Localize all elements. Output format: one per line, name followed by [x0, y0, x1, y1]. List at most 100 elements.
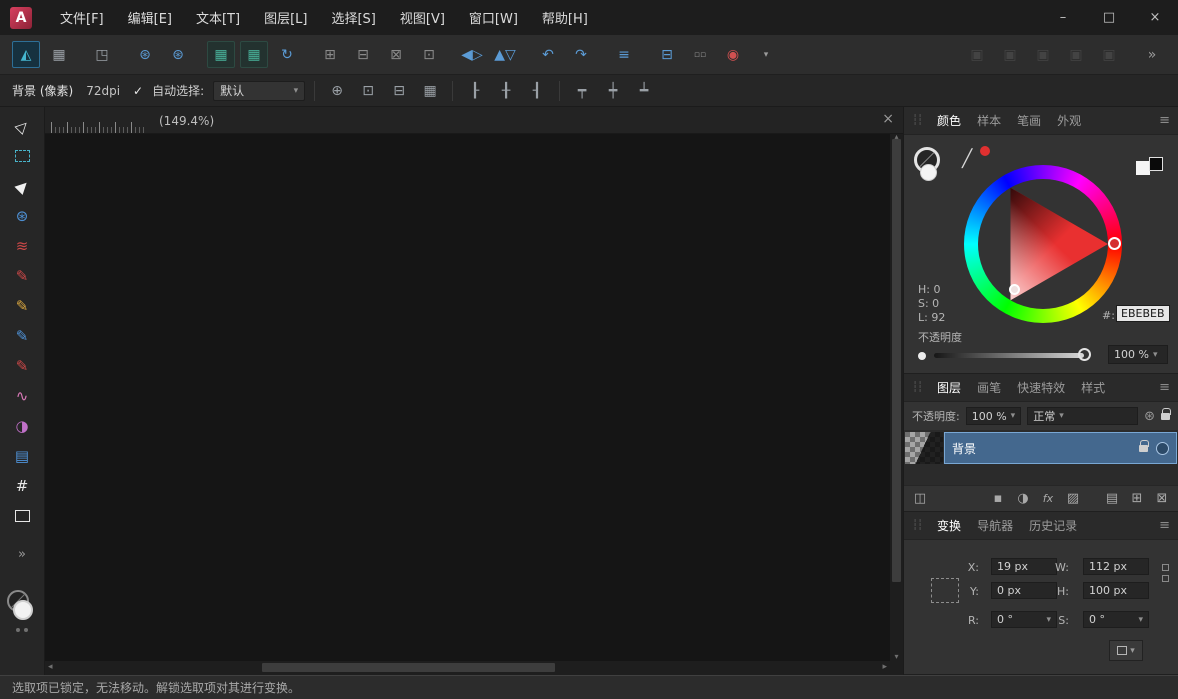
pen-tool-button[interactable]: ✎ — [6, 261, 38, 291]
opacity-value-dropdown[interactable]: 100 % ▾ — [1108, 345, 1168, 364]
node-select-tool-button[interactable]: ▶ — [6, 171, 38, 201]
y-input[interactable]: 0 px — [991, 582, 1057, 599]
new-layer-button[interactable]: ⊞ — [1129, 490, 1145, 508]
opacity-slider-track[interactable] — [934, 353, 1084, 358]
color-well-controls[interactable] — [16, 628, 28, 632]
minimize-button[interactable]: – — [1040, 0, 1086, 35]
rotate-cw-button[interactable]: ↷ — [567, 41, 595, 68]
align-middle-button[interactable]: ┿ — [600, 79, 626, 103]
tab-swatches[interactable]: 样本 — [970, 109, 1008, 132]
toolbar-overflow-button[interactable]: » — [1138, 41, 1166, 68]
rotate-ccw-button[interactable]: ↶ — [534, 41, 562, 68]
marquee-select-tool-button[interactable] — [6, 141, 38, 171]
transform-origin-button[interactable]: ▾ — [1109, 640, 1143, 661]
liquify-persona-button[interactable]: ▦ — [45, 41, 73, 68]
tab-color[interactable]: 颜色 — [930, 109, 968, 132]
edit-all-layers-button[interactable]: ⊠ — [382, 41, 410, 68]
close-button[interactable]: × — [1132, 0, 1178, 35]
fill-circle-icon[interactable] — [920, 164, 937, 181]
auto-select-dropdown[interactable]: 默认 ▾ — [213, 80, 306, 101]
dodge-burn-tool-button[interactable]: ◑ — [6, 411, 38, 441]
tab-stroke[interactable]: 笔画 — [1010, 109, 1048, 132]
pencil-tool-button[interactable]: ✎ — [6, 291, 38, 321]
pixel-brush-tool-button[interactable]: ✎ — [6, 351, 38, 381]
shape-tool-button[interactable] — [6, 501, 38, 531]
horizontal-scrollbar[interactable]: ◂ ▸ — [45, 661, 890, 675]
tab-transform[interactable]: 变换 — [930, 514, 968, 537]
insert-behavior-button[interactable]: ⊟ — [653, 41, 681, 68]
vertical-scroll-thumb[interactable] — [892, 139, 901, 582]
panel-menu-icon[interactable]: ≡ — [1159, 518, 1170, 533]
auto-select-checkbox[interactable]: ✓ — [133, 84, 143, 98]
h-input[interactable]: 100 px — [1083, 582, 1149, 599]
rotation-dropdown[interactable]: 0 ° ▾ — [991, 611, 1057, 628]
layer-name[interactable]: 背景 — [952, 440, 976, 457]
tab-layers[interactable]: 图层 — [930, 376, 968, 399]
fill-stroke-indicator[interactable] — [914, 147, 954, 187]
tab-brushes[interactable]: 画笔 — [970, 376, 1008, 399]
blend-mode-dropdown[interactable]: 正常 ▾ — [1027, 407, 1139, 425]
picked-color-swatch[interactable] — [980, 146, 990, 156]
flip-horizontal-button[interactable]: ◀▷ — [458, 41, 486, 68]
menu-window[interactable]: 窗口[W] — [457, 0, 530, 35]
snap-to-bounds-button[interactable]: ⊡ — [355, 79, 381, 103]
menu-view[interactable]: 视图[V] — [388, 0, 457, 35]
selected-layer-highlight[interactable]: 背景 — [944, 432, 1177, 464]
menu-text[interactable]: 文本[T] — [184, 0, 252, 35]
tab-live-filters[interactable]: 快速特效 — [1010, 376, 1072, 399]
tab-history[interactable]: 历史记录 — [1022, 514, 1084, 537]
menu-select[interactable]: 选择[S] — [319, 0, 387, 35]
pixel-grid-toggle-button[interactable]: ▦ — [240, 41, 268, 68]
link-dimensions-icon[interactable] — [1162, 564, 1169, 582]
sl-indicator[interactable] — [1009, 284, 1020, 295]
scroll-left-arrow[interactable]: ◂ — [48, 662, 53, 672]
bw-color-chips[interactable] — [1136, 157, 1166, 179]
align-left-button[interactable]: ┠ — [462, 79, 488, 103]
develop-persona-button[interactable]: ⊛ — [131, 41, 159, 68]
assistant-dropdown-chevron[interactable]: ▾ — [752, 41, 780, 68]
auto-select-mode-button[interactable]: ⊟ — [349, 41, 377, 68]
opacity-slider-knob[interactable] — [1078, 348, 1091, 361]
snapshot-button[interactable]: ⊞ — [316, 41, 344, 68]
snap-to-middle-button[interactable]: ⊟ — [386, 79, 412, 103]
scroll-right-arrow[interactable]: ▸ — [882, 662, 887, 672]
white-chip[interactable] — [1136, 161, 1150, 175]
show-grid-button[interactable]: ▦ — [417, 79, 443, 103]
tab-navigator[interactable]: 导航器 — [970, 514, 1020, 537]
assistant-button[interactable]: ◉ — [719, 41, 747, 68]
rotate-canvas-button[interactable]: ↻ — [273, 41, 301, 68]
layer-thumbnail[interactable] — [905, 432, 943, 464]
w-input[interactable]: 112 px — [1083, 558, 1149, 575]
x-input[interactable]: 19 px — [991, 558, 1057, 575]
menu-file[interactable]: 文件[F] — [48, 0, 116, 35]
fill-stroke-color-well[interactable] — [7, 590, 37, 620]
paint-brush-tool-button[interactable]: ✎ — [6, 321, 38, 351]
move-tool-button[interactable]: ▷ — [6, 111, 38, 141]
align-center-button[interactable]: ╂ — [493, 79, 519, 103]
document-tabbar[interactable]: (149.4%) × — [45, 107, 903, 134]
hex-input[interactable]: EBEBEB — [1116, 305, 1170, 322]
delete-layer-button[interactable]: ⊠ — [1154, 490, 1170, 508]
shear-dropdown[interactable]: 0 ° ▾ — [1083, 611, 1149, 628]
flip-vertical-button[interactable]: ▲▽ — [491, 41, 519, 68]
layer-visibility-toggle[interactable] — [1156, 441, 1169, 455]
black-chip[interactable] — [1149, 157, 1163, 171]
duplicate-layer-button[interactable]: ◫ — [912, 490, 928, 508]
blend-options-gear-icon[interactable]: ⊛ — [1144, 409, 1155, 424]
lock-layer-icon[interactable] — [1161, 407, 1171, 420]
alignment-button[interactable]: ≡ — [610, 41, 638, 68]
photo-persona-button[interactable]: ◭ — [12, 41, 40, 68]
vertical-scrollbar[interactable]: ▴ ▾ — [890, 132, 903, 661]
snapping-toggle-button[interactable]: ▦ — [207, 41, 235, 68]
align-right-button[interactable]: ┨ — [524, 79, 550, 103]
align-bottom-button[interactable]: ┷ — [631, 79, 657, 103]
hue-indicator[interactable] — [1108, 237, 1121, 250]
panel-drag-grip[interactable]: ┆┆ — [912, 520, 923, 531]
preview-mode-button[interactable]: ⊡ — [415, 41, 443, 68]
panel-drag-grip[interactable]: ┆┆ — [912, 115, 923, 126]
scroll-down-arrow[interactable]: ▾ — [890, 652, 903, 661]
panel-drag-grip[interactable]: ┆┆ — [912, 382, 923, 393]
maximize-button[interactable]: □ — [1086, 0, 1132, 35]
flood-select-tool-button[interactable]: ≋ — [6, 231, 38, 261]
fill-color-swatch[interactable] — [13, 600, 33, 620]
